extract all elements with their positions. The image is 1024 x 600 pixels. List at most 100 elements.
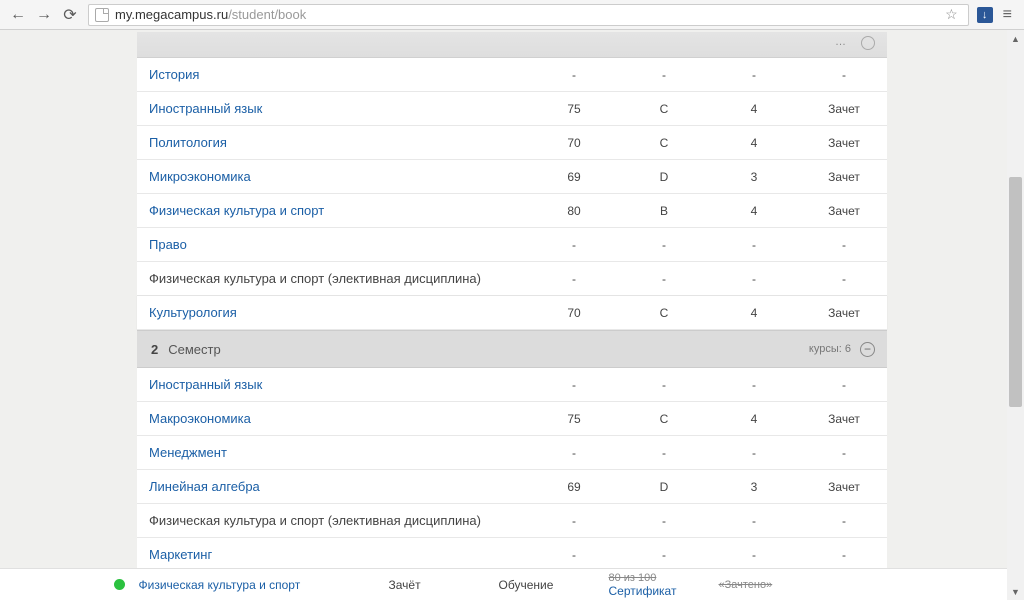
score-cell: - <box>529 446 619 460</box>
table-row: Культурология70C4Зачет <box>137 296 887 330</box>
scroll-track[interactable] <box>1007 47 1024 583</box>
score-cell: 80 <box>529 204 619 218</box>
semester-number: 2 <box>151 342 158 357</box>
subject-cell[interactable]: Макроэкономика <box>149 411 529 426</box>
result-cell: - <box>799 378 889 392</box>
grade-cell: - <box>619 272 709 286</box>
credits-cell: - <box>709 238 799 252</box>
menu-button[interactable]: ≡ <box>997 6 1018 24</box>
current-status: Обучение <box>499 578 609 592</box>
vertical-scrollbar[interactable]: ▲ ▼ <box>1007 30 1024 600</box>
result-cell: - <box>799 272 889 286</box>
table-row: Маркетинг---- <box>137 538 887 572</box>
collapse-toggle-icon[interactable]: − <box>860 342 875 357</box>
subject-cell[interactable]: Культурология <box>149 305 529 320</box>
scroll-up-arrow-icon[interactable]: ▲ <box>1007 30 1024 47</box>
credits-cell: - <box>709 548 799 562</box>
subject-cell[interactable]: Микроэкономика <box>149 169 529 184</box>
grade-cell: C <box>619 412 709 426</box>
credits-cell: 4 <box>709 412 799 426</box>
grade-cell: C <box>619 102 709 116</box>
credits-cell: 3 <box>709 480 799 494</box>
subject-cell[interactable]: Иностранный язык <box>149 101 529 116</box>
result-cell: - <box>799 514 889 528</box>
grade-cell: - <box>619 446 709 460</box>
credits-cell: 4 <box>709 102 799 116</box>
subject-cell[interactable]: Право <box>149 237 529 252</box>
score-cell: 75 <box>529 102 619 116</box>
current-subject-link[interactable]: Физическая культура и спорт <box>139 578 389 592</box>
score-cell: - <box>529 238 619 252</box>
score-cell: 75 <box>529 412 619 426</box>
table-row: Макроэкономика75C4Зачет <box>137 402 887 436</box>
forward-button[interactable]: → <box>32 3 56 27</box>
scroll-down-arrow-icon[interactable]: ▼ <box>1007 583 1024 600</box>
url-text: my.megacampus.ru/student/book <box>115 7 306 22</box>
table-row: Иностранный язык75C4Зачет <box>137 92 887 126</box>
score-cell: - <box>529 68 619 82</box>
credits-cell: - <box>709 446 799 460</box>
grade-cell: C <box>619 306 709 320</box>
grade-book-table: … История----Иностранный язык75C4ЗачетПо… <box>137 32 887 572</box>
semester-2-header[interactable]: 2 Семестр курсы: 6 − <box>137 330 887 368</box>
subject-cell[interactable]: Иностранный язык <box>149 377 529 392</box>
pager-toggle-icon[interactable] <box>861 36 875 50</box>
result-cell: - <box>799 68 889 82</box>
grade-cell: D <box>619 480 709 494</box>
current-result: «Зачтено» <box>719 579 829 591</box>
current-type: Зачёт <box>389 578 499 592</box>
current-score-cell: 80 из 100 Сертификат <box>609 572 719 598</box>
grade-cell: - <box>619 378 709 392</box>
semester-label: Семестр <box>168 342 220 357</box>
credits-cell: 4 <box>709 136 799 150</box>
address-bar[interactable]: my.megacampus.ru/student/book ☆ <box>88 4 969 26</box>
table-row: История---- <box>137 58 887 92</box>
scroll-thumb[interactable] <box>1009 177 1022 407</box>
result-cell: - <box>799 548 889 562</box>
table-row: Микроэкономика69D3Зачет <box>137 160 887 194</box>
current-course-bar: Физическая культура и спорт Зачёт Обучен… <box>0 568 1007 600</box>
bookmark-star-icon[interactable]: ☆ <box>941 6 962 23</box>
subject-cell[interactable]: Физическая культура и спорт <box>149 203 529 218</box>
subject-cell: Физическая культура и спорт (элективная … <box>149 513 529 528</box>
result-cell: Зачет <box>799 102 889 116</box>
result-cell: Зачет <box>799 170 889 184</box>
grade-cell: C <box>619 136 709 150</box>
score-cell: - <box>529 514 619 528</box>
score-cell: - <box>529 378 619 392</box>
credits-cell: 4 <box>709 204 799 218</box>
download-button[interactable]: ↓ <box>977 7 993 23</box>
table-header-strip: … <box>137 32 887 58</box>
subject-cell[interactable]: История <box>149 67 529 82</box>
grade-cell: D <box>619 170 709 184</box>
certificate-link[interactable]: Сертификат <box>609 584 719 598</box>
reload-button[interactable]: ⟳ <box>58 3 82 27</box>
subject-cell[interactable]: Линейная алгебра <box>149 479 529 494</box>
score-cell: 70 <box>529 136 619 150</box>
credits-cell: 4 <box>709 306 799 320</box>
browser-toolbar: ← → ⟳ my.megacampus.ru/student/book ☆ ↓ … <box>0 0 1024 30</box>
subject-cell[interactable]: Политология <box>149 135 529 150</box>
back-button[interactable]: ← <box>6 3 30 27</box>
result-cell: Зачет <box>799 306 889 320</box>
result-cell: - <box>799 446 889 460</box>
credits-cell: 3 <box>709 170 799 184</box>
page-viewport: … История----Иностранный язык75C4ЗачетПо… <box>0 30 1024 600</box>
grade-cell: - <box>619 514 709 528</box>
result-cell: Зачет <box>799 204 889 218</box>
subject-cell[interactable]: Маркетинг <box>149 547 529 562</box>
credits-cell: - <box>709 272 799 286</box>
score-cell: 69 <box>529 170 619 184</box>
subject-cell[interactable]: Менеджмент <box>149 445 529 460</box>
result-cell: Зачет <box>799 412 889 426</box>
score-cell: 70 <box>529 306 619 320</box>
score-cell: 69 <box>529 480 619 494</box>
credits-cell: - <box>709 68 799 82</box>
credits-cell: - <box>709 378 799 392</box>
result-cell: Зачет <box>799 480 889 494</box>
status-dot-icon <box>114 579 125 590</box>
subject-cell: Физическая культура и спорт (элективная … <box>149 271 529 286</box>
pager-text: … <box>835 36 847 48</box>
table-row: Линейная алгебра69D3Зачет <box>137 470 887 504</box>
score-cell: - <box>529 272 619 286</box>
